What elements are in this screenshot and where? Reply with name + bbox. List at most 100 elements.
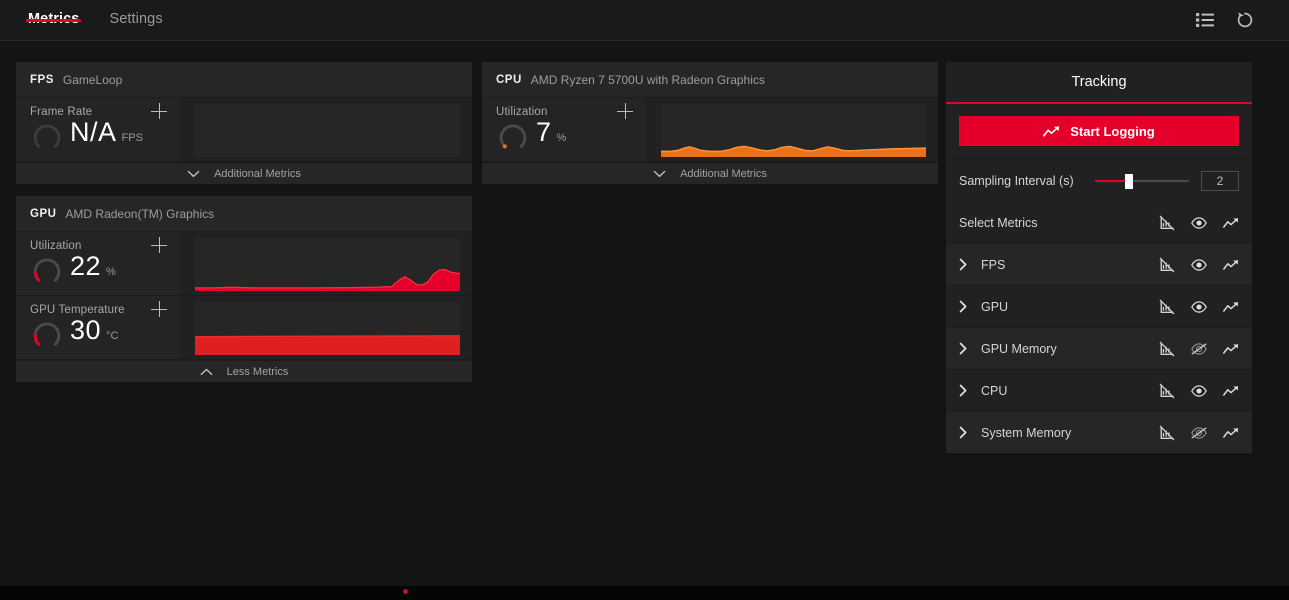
tab-settings-label: Settings: [109, 11, 162, 27]
metric-cpu-utilization-unit: %: [557, 132, 567, 144]
chart-disabled-icon[interactable]: [1159, 383, 1175, 399]
tracking-row-icons: [1159, 299, 1239, 315]
tracking-row-gpu[interactable]: GPU: [946, 285, 1252, 327]
middle-column: CPU AMD Ryzen 7 5700U with Radeon Graphi…: [482, 62, 938, 196]
metric-gpu-temperature-summary: GPU Temperature 30 °C: [16, 296, 179, 359]
eye-hidden-icon[interactable]: [1191, 425, 1207, 441]
reset-icon[interactable]: [1235, 10, 1255, 30]
gpu-card-key: GPU: [30, 208, 56, 220]
chevron-right-icon: [959, 258, 968, 271]
trend-line-icon[interactable]: [1223, 215, 1239, 231]
add-gpu-temperature-button[interactable]: [151, 301, 167, 317]
eye-visible-icon[interactable]: [1191, 215, 1207, 231]
chart-disabled-icon[interactable]: [1159, 299, 1175, 315]
eye-visible-icon[interactable]: [1191, 257, 1207, 273]
gpu-utilization-sparkline: [195, 238, 460, 291]
tracking-row-label: GPU Memory: [981, 342, 1159, 356]
tracking-row-label: System Memory: [981, 426, 1159, 440]
tracking-row-cpu[interactable]: CPU: [946, 369, 1252, 411]
cpu-utilization-graph: [645, 98, 938, 161]
radeon-metrics-window: Metrics Settings FPS: [0, 0, 1289, 600]
tab-metrics-label: Metrics: [28, 11, 79, 27]
gpu-card-header: GPU AMD Radeon(TM) Graphics: [16, 196, 472, 232]
chevron-up-icon: [200, 368, 213, 376]
recording-indicator-dot: [403, 589, 408, 594]
add-gpu-utilization-button[interactable]: [151, 237, 167, 253]
top-navigation-bar: Metrics Settings: [0, 0, 1289, 41]
gpu-less-metrics-toggle[interactable]: Less Metrics: [16, 360, 472, 382]
trend-line-icon[interactable]: [1223, 425, 1239, 441]
chevron-right-icon: [959, 426, 968, 439]
metric-cpu-utilization-summary: Utilization 7 %: [482, 98, 645, 161]
metric-gpu-temperature-value: 30: [70, 317, 101, 344]
chart-disabled-icon[interactable]: [1159, 257, 1175, 273]
tracking-row-icons: [1159, 425, 1239, 441]
tracking-row-label: FPS: [981, 258, 1159, 272]
add-cpu-utilization-button[interactable]: [617, 103, 633, 119]
list-view-icon[interactable]: [1195, 10, 1215, 30]
start-logging-wrapper: Start Logging: [946, 104, 1252, 159]
sampling-interval-value[interactable]: 2: [1201, 171, 1239, 191]
metric-frame-rate-summary: Frame Rate N/A FPS: [16, 98, 179, 161]
slider-thumb[interactable]: [1125, 174, 1133, 189]
start-logging-label: Start Logging: [1070, 124, 1155, 139]
fps-additional-metrics-label: Additional Metrics: [214, 168, 301, 180]
tracking-row-icons: [1159, 383, 1239, 399]
metric-gpu-temperature-value-group: 30 °C: [30, 317, 179, 351]
tracking-title: Tracking: [946, 62, 1252, 104]
frame-rate-graph: [179, 98, 472, 161]
tracking-row-fps[interactable]: FPS: [946, 243, 1252, 285]
metric-row-frame-rate: Frame Rate N/A FPS: [16, 98, 472, 162]
metric-row-gpu-temperature: GPU Temperature 30 °C: [16, 296, 472, 360]
sampling-interval-slider[interactable]: [1095, 173, 1189, 189]
metric-frame-rate-unit: FPS: [122, 132, 143, 144]
sampling-interval-label: Sampling Interval (s): [959, 174, 1095, 188]
trend-line-icon[interactable]: [1223, 383, 1239, 399]
bottom-strip: [0, 586, 1289, 600]
add-frame-rate-button[interactable]: [151, 103, 167, 119]
gpu-card: GPU AMD Radeon(TM) Graphics Utilization …: [16, 196, 472, 382]
fps-additional-metrics-toggle[interactable]: Additional Metrics: [16, 162, 472, 184]
tab-settings[interactable]: Settings: [107, 0, 164, 27]
trend-line-icon[interactable]: [1223, 341, 1239, 357]
tracking-panel: Tracking Start Logging Sampling Interval…: [946, 62, 1252, 453]
eye-hidden-icon[interactable]: [1191, 341, 1207, 357]
sampling-interval-controls: 2: [1095, 171, 1239, 191]
chevron-down-icon: [187, 170, 200, 178]
gpu-temperature-graph: [179, 296, 472, 359]
trend-line-icon[interactable]: [1223, 299, 1239, 315]
tracking-row-label: CPU: [981, 384, 1159, 398]
gpu-card-device: AMD Radeon(TM) Graphics: [65, 207, 214, 221]
select-metrics-row: Select Metrics: [946, 201, 1252, 243]
frame-rate-sparkline: [195, 104, 460, 157]
trend-line-icon[interactable]: [1223, 257, 1239, 273]
tab-metrics[interactable]: Metrics: [26, 0, 81, 27]
cpu-additional-metrics-toggle[interactable]: Additional Metrics: [482, 162, 938, 184]
tracking-row-gpu-memory[interactable]: GPU Memory: [946, 327, 1252, 369]
select-metrics-icons: [1159, 215, 1239, 231]
gpu-utilization-gauge-icon: [30, 253, 64, 287]
chevron-right-icon: [959, 300, 968, 313]
chart-disabled-icon[interactable]: [1159, 425, 1175, 441]
metric-frame-rate-value: N/A: [70, 119, 117, 146]
cpu-utilization-gauge-icon: [496, 119, 530, 153]
start-logging-button[interactable]: Start Logging: [959, 116, 1239, 146]
eye-visible-icon[interactable]: [1191, 383, 1207, 399]
tracking-row-system-memory[interactable]: System Memory: [946, 411, 1252, 453]
slider-fill: [1095, 180, 1128, 182]
chart-disabled-icon[interactable]: [1159, 215, 1175, 231]
chevron-right-icon: [959, 342, 968, 355]
metric-cpu-utilization-value-group: 7 %: [496, 119, 645, 153]
metric-gpu-utilization-unit: %: [106, 266, 116, 278]
select-metrics-label: Select Metrics: [959, 216, 1159, 230]
eye-visible-icon[interactable]: [1191, 299, 1207, 315]
cpu-card-header: CPU AMD Ryzen 7 5700U with Radeon Graphi…: [482, 62, 938, 98]
trend-line-icon: [1043, 125, 1060, 138]
metric-row-cpu-utilization: Utilization 7 %: [482, 98, 938, 162]
gpu-temperature-sparkline: [195, 302, 460, 355]
chart-disabled-icon[interactable]: [1159, 341, 1175, 357]
tracking-row-icons: [1159, 257, 1239, 273]
sampling-interval-row: Sampling Interval (s) 2: [946, 159, 1252, 201]
fps-card-key: FPS: [30, 74, 54, 86]
cpu-utilization-sparkline: [661, 104, 926, 157]
